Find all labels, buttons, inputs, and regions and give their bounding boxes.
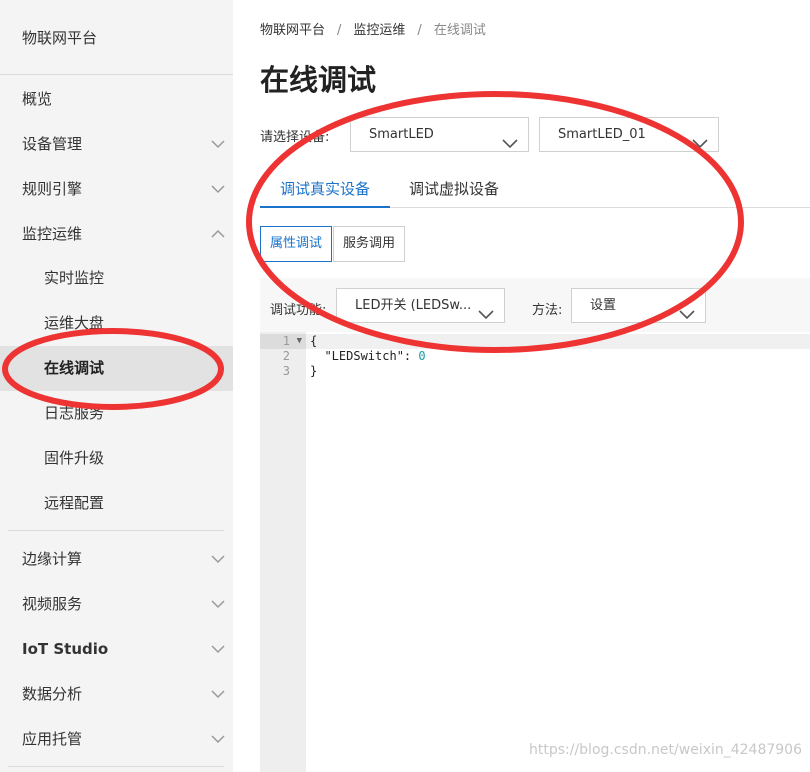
sidebar-item-edge-computing[interactable]: 边缘计算 xyxy=(0,537,233,582)
editor-gutter: 1 ▼ 2 3 xyxy=(260,332,306,772)
debug-mode-tabs: 调试真实设备 调试虚拟设备 xyxy=(260,168,810,208)
json-value: 0 xyxy=(418,349,426,363)
sidebar-item-label: 数据分析 xyxy=(22,685,83,703)
line-number: 3 xyxy=(282,364,290,378)
sidebar-item-video-service[interactable]: 视频服务 xyxy=(0,582,233,627)
sidebar: 物联网平台 概览 设备管理 规则引擎 监控运维 实时监控 运维大盘 在线调试 日… xyxy=(0,0,233,772)
chevron-down-icon xyxy=(211,184,225,194)
sidebar-item-label: 视频服务 xyxy=(22,595,83,613)
subtab-service-call[interactable]: 服务调用 xyxy=(333,226,406,262)
tab-real-device[interactable]: 调试真实设备 xyxy=(260,168,390,208)
watermark: https://blog.csdn.net/weixin_42487906 xyxy=(528,742,802,758)
json-editor[interactable]: 1 ▼ 2 3 { "LEDSwitch": 0 } xyxy=(260,332,810,772)
breadcrumb-item-iot-platform[interactable]: 物联网平台 xyxy=(260,23,325,38)
code-line: } xyxy=(310,364,318,378)
sidebar-item-label: IoT Studio xyxy=(22,640,109,658)
sidebar-item-data-analysis[interactable]: 数据分析 xyxy=(0,672,233,717)
product-select-value: SmartLED xyxy=(369,127,434,142)
code-line: { xyxy=(306,334,810,349)
method-label: 方法: xyxy=(532,303,563,318)
chevron-down-icon xyxy=(692,129,708,151)
page-title: 在线调试 xyxy=(260,63,377,97)
breadcrumb-item-monitoring-ops[interactable]: 监控运维 xyxy=(353,23,405,38)
debug-function-value: LED开关 (LEDSw... xyxy=(355,298,472,313)
sidebar-item-remote-config[interactable]: 远程配置 xyxy=(0,481,233,526)
device-select-value: SmartLED_01 xyxy=(558,127,646,142)
sidebar-divider xyxy=(8,766,224,767)
sidebar-item-iot-studio[interactable]: IoT Studio xyxy=(0,627,233,672)
sidebar-item-firmware-upgrade[interactable]: 固件升级 xyxy=(0,436,233,481)
sidebar-item-rule-engine[interactable]: 规则引擎 xyxy=(0,167,233,212)
sidebar-item-ops-dashboard[interactable]: 运维大盘 xyxy=(0,301,233,346)
sidebar-item-label: 监控运维 xyxy=(22,225,83,243)
chevron-down-icon xyxy=(478,300,494,322)
sidebar-item-monitoring-ops[interactable]: 监控运维 xyxy=(0,212,233,257)
breadcrumb-item-current: 在线调试 xyxy=(433,23,486,38)
sidebar-item-label: 规则引擎 xyxy=(22,180,83,198)
method-select[interactable]: 设置 xyxy=(571,288,706,323)
sidebar-divider xyxy=(8,530,224,531)
method-value: 设置 xyxy=(590,298,617,313)
sidebar-divider xyxy=(0,74,233,75)
device-select-label: 请选择设备: xyxy=(260,130,330,145)
main-content: 物联网平台 / 监控运维 / 在线调试 在线调试 请选择设备: SmartLED Sma… xyxy=(233,0,810,772)
json-key: "LEDSwitch": xyxy=(310,349,419,363)
code-line: "LEDSwitch": 0 xyxy=(310,349,426,364)
chevron-down-icon xyxy=(679,300,695,322)
debug-function-select[interactable]: LED开关 (LEDSw... xyxy=(336,288,505,323)
sidebar-item-label: 设备管理 xyxy=(22,135,83,153)
sidebar-item-device-management[interactable]: 设备管理 xyxy=(0,122,233,167)
device-select[interactable]: SmartLED_01 xyxy=(539,117,719,152)
sidebar-item-online-debug[interactable]: 在线调试 xyxy=(0,346,233,391)
chevron-down-icon xyxy=(211,599,225,609)
sidebar-item-overview[interactable]: 概览 xyxy=(0,77,233,122)
tab-virtual-device[interactable]: 调试虚拟设备 xyxy=(409,168,509,208)
fold-arrow-icon[interactable]: ▼ xyxy=(297,334,302,349)
sidebar-item-app-hosting[interactable]: 应用托管 xyxy=(0,717,233,762)
chevron-down-icon xyxy=(211,689,225,699)
chevron-up-icon xyxy=(211,229,225,239)
chevron-down-icon xyxy=(211,734,225,744)
line-number: 1 ▼ xyxy=(260,334,306,349)
chevron-down-icon xyxy=(502,129,518,151)
breadcrumb: 物联网平台 / 监控运维 / 在线调试 xyxy=(260,19,486,38)
line-number: 2 xyxy=(282,349,290,363)
breadcrumb-separator: / xyxy=(337,23,342,38)
debug-panel: 调试功能: LED开关 (LEDSw... 方法: 设置 1 ▼ 2 3 { "L… xyxy=(260,278,810,772)
sidebar-item-realtime-monitor[interactable]: 实时监控 xyxy=(0,256,233,301)
product-select[interactable]: SmartLED xyxy=(350,117,529,152)
chevron-down-icon xyxy=(211,644,225,654)
chevron-down-icon xyxy=(211,139,225,149)
sidebar-item-log-service[interactable]: 日志服务 xyxy=(0,391,233,436)
debug-function-label: 调试功能: xyxy=(270,303,327,318)
breadcrumb-separator: / xyxy=(417,23,422,38)
sidebar-item-label: 应用托管 xyxy=(22,730,83,748)
sidebar-item-label: 边缘计算 xyxy=(22,550,83,568)
chevron-down-icon xyxy=(211,554,225,564)
subtab-property-debug[interactable]: 属性调试 xyxy=(260,226,333,262)
sidebar-title: 物联网平台 xyxy=(22,29,98,47)
